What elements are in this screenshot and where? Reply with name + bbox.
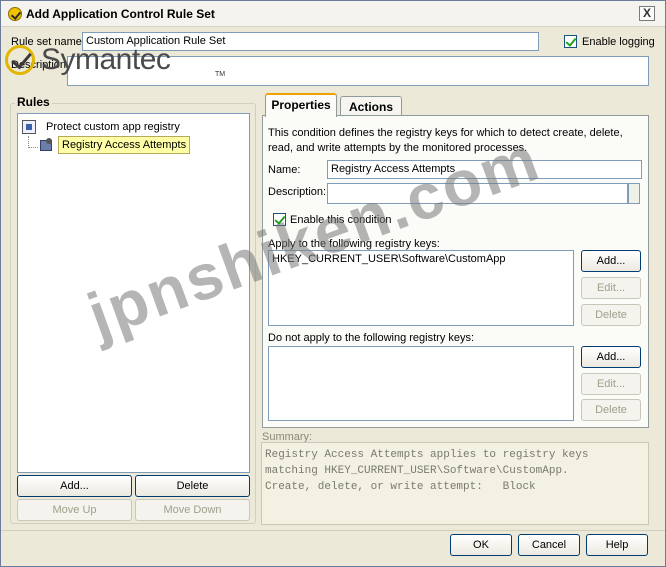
dialog-window: Add Application Control Rule Set X Rule …: [0, 0, 666, 567]
help-button[interactable]: Help: [586, 534, 648, 556]
registry-condition-icon: [38, 138, 54, 152]
trademark: TM: [215, 71, 226, 78]
close-button[interactable]: X: [639, 6, 655, 21]
apply-add-button[interactable]: Add...: [581, 250, 641, 272]
cancel-button[interactable]: Cancel: [518, 534, 580, 556]
not-apply-add-button[interactable]: Add...: [581, 346, 641, 368]
rule-icon: [22, 120, 36, 134]
symantec-logo: Symantec: [41, 43, 171, 76]
rules-add-button[interactable]: Add...: [17, 475, 132, 497]
condition-description-label: Description:: [268, 186, 327, 198]
tree-connector: [28, 147, 38, 148]
enable-logging-label: Enable logging: [582, 36, 655, 48]
symantec-logo-icon: [5, 45, 35, 75]
rules-delete-button[interactable]: Delete: [135, 475, 250, 497]
condition-description-field[interactable]: [327, 183, 628, 204]
list-item[interactable]: HKEY_CURRENT_USER\Software\CustomApp: [272, 253, 570, 265]
enable-logging-checkbox[interactable]: [564, 35, 577, 48]
move-down-button[interactable]: Move Down: [135, 499, 250, 521]
enable-condition-label: Enable this condition: [290, 214, 392, 226]
description-scrollbar[interactable]: [628, 183, 640, 204]
ok-button[interactable]: OK: [450, 534, 512, 556]
apply-keys-list[interactable]: HKEY_CURRENT_USER\Software\CustomApp: [268, 250, 574, 326]
not-apply-keys-label: Do not apply to the following registry k…: [268, 332, 475, 344]
properties-panel: This condition defines the registry keys…: [262, 115, 649, 428]
not-apply-edit-button[interactable]: Edit...: [581, 373, 641, 395]
not-apply-delete-button[interactable]: Delete: [581, 399, 641, 421]
condition-name-field[interactable]: Registry Access Attempts: [327, 160, 642, 179]
condition-name-label: Name:: [268, 164, 301, 176]
move-up-button[interactable]: Move Up: [17, 499, 132, 521]
rules-tree[interactable]: Protect custom app registry Registry Acc…: [17, 113, 250, 473]
title-bar[interactable]: Add Application Control Rule Set X: [1, 1, 665, 27]
summary-text: Registry Access Attempts applies to regi…: [261, 442, 649, 525]
enable-condition-checkbox[interactable]: [273, 213, 286, 226]
not-apply-keys-list[interactable]: [268, 346, 574, 421]
apply-keys-label: Apply to the following registry keys:: [268, 238, 440, 250]
apply-delete-button[interactable]: Delete: [581, 304, 641, 326]
tab-properties[interactable]: Properties: [265, 93, 337, 117]
tree-item-condition-label: Registry Access Attempts: [58, 136, 191, 154]
footer-divider: [1, 530, 665, 531]
shield-check-icon: [8, 7, 22, 21]
tree-item-rule-label: Protect custom app registry: [46, 121, 180, 133]
rules-group-title: Rules: [15, 95, 52, 109]
apply-edit-button[interactable]: Edit...: [581, 277, 641, 299]
condition-intro-text: This condition defines the registry keys…: [268, 127, 623, 154]
window-title: Add Application Control Rule Set: [26, 7, 215, 21]
